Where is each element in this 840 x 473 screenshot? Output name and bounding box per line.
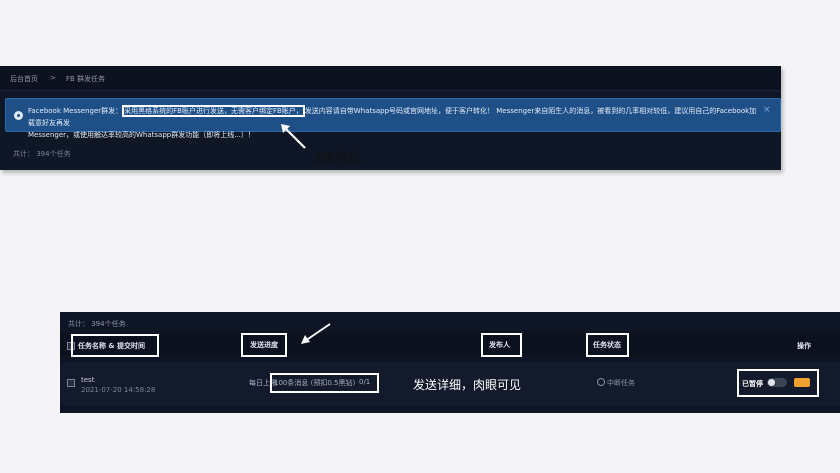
bottom-screenshot-panel: 共计： 394个任务 任务名称 & 提交时间 发送进度 发布人 任务状态 操作 … (60, 312, 840, 413)
callout-visible-detail: 发送详细，肉眼可见 (413, 378, 522, 392)
progress-detail: 100条消息 (预扣0.5黑钻) (274, 379, 356, 387)
close-icon[interactable]: × (763, 105, 771, 115)
header-actions: 操作 (797, 342, 811, 350)
actions-box: 已暂停 (737, 369, 819, 397)
task-count-bottom: 共计： 394个任务 (68, 320, 126, 328)
top-screenshot-panel: 后台首页 > FB 群发任务 Facebook Messenger群发： 采用黑格… (0, 66, 781, 170)
header-publisher: 发布人 (489, 341, 510, 349)
header-name-box: 任务名称 & 提交时间 (71, 334, 159, 357)
callout-arrow-2 (301, 323, 331, 344)
notice-line2: Messenger，或使用触达率较高的Whatsapp群发功能（即将上线...）… (28, 131, 255, 139)
progress-detail-box: 100条消息 (预扣0.5黑钻) 0/1 (270, 373, 379, 393)
breadcrumb-home[interactable]: 后台首页 (10, 74, 38, 84)
header-publisher-box: 发布人 (481, 333, 522, 357)
breadcrumb-current: FB 群发任务 (66, 75, 106, 83)
status-icon (597, 378, 605, 386)
header-task-name: 任务名称 & 提交时间 (78, 342, 145, 350)
header-status-box: 任务状态 (586, 333, 629, 357)
progress-count: 0/1 (359, 378, 371, 386)
task-status: 中断任务 (607, 379, 635, 387)
row-checkbox[interactable] (67, 379, 75, 387)
header-progress-box: 发送进度 (241, 333, 287, 357)
header-status: 任务状态 (593, 341, 621, 349)
pause-toggle[interactable] (767, 378, 787, 387)
notice-highlight: 采用黑格系统的FB账户进行发送，无需客户绑定FB账户， (122, 105, 305, 117)
info-notice: Facebook Messenger群发： 采用黑格系统的FB账户进行发送，无需客… (5, 98, 781, 139)
task-time: 2021-07-20 14:58:28 (81, 386, 156, 394)
notice-text: Facebook Messenger群发： 采用黑格系统的FB账户进行发送，无需客… (28, 105, 758, 141)
breadcrumb: 后台首页 > FB 群发任务 (0, 66, 781, 91)
toggle-knob (768, 379, 775, 386)
action-button[interactable] (794, 378, 810, 387)
callout-no-binding: 无需绑定 (312, 151, 361, 165)
paused-label: 已暂停 (742, 380, 763, 388)
callout-arrow-1 (281, 124, 306, 149)
table-header: 任务名称 & 提交时间 发送进度 发布人 任务状态 操作 (60, 333, 840, 357)
notice-prefix: Facebook Messenger群发： (28, 107, 123, 115)
header-progress: 发送进度 (250, 341, 278, 349)
info-icon (14, 111, 23, 120)
breadcrumb-separator: > (50, 74, 56, 82)
task-count: 共计： 394个任务 (13, 150, 71, 158)
task-name[interactable]: test (81, 376, 94, 384)
